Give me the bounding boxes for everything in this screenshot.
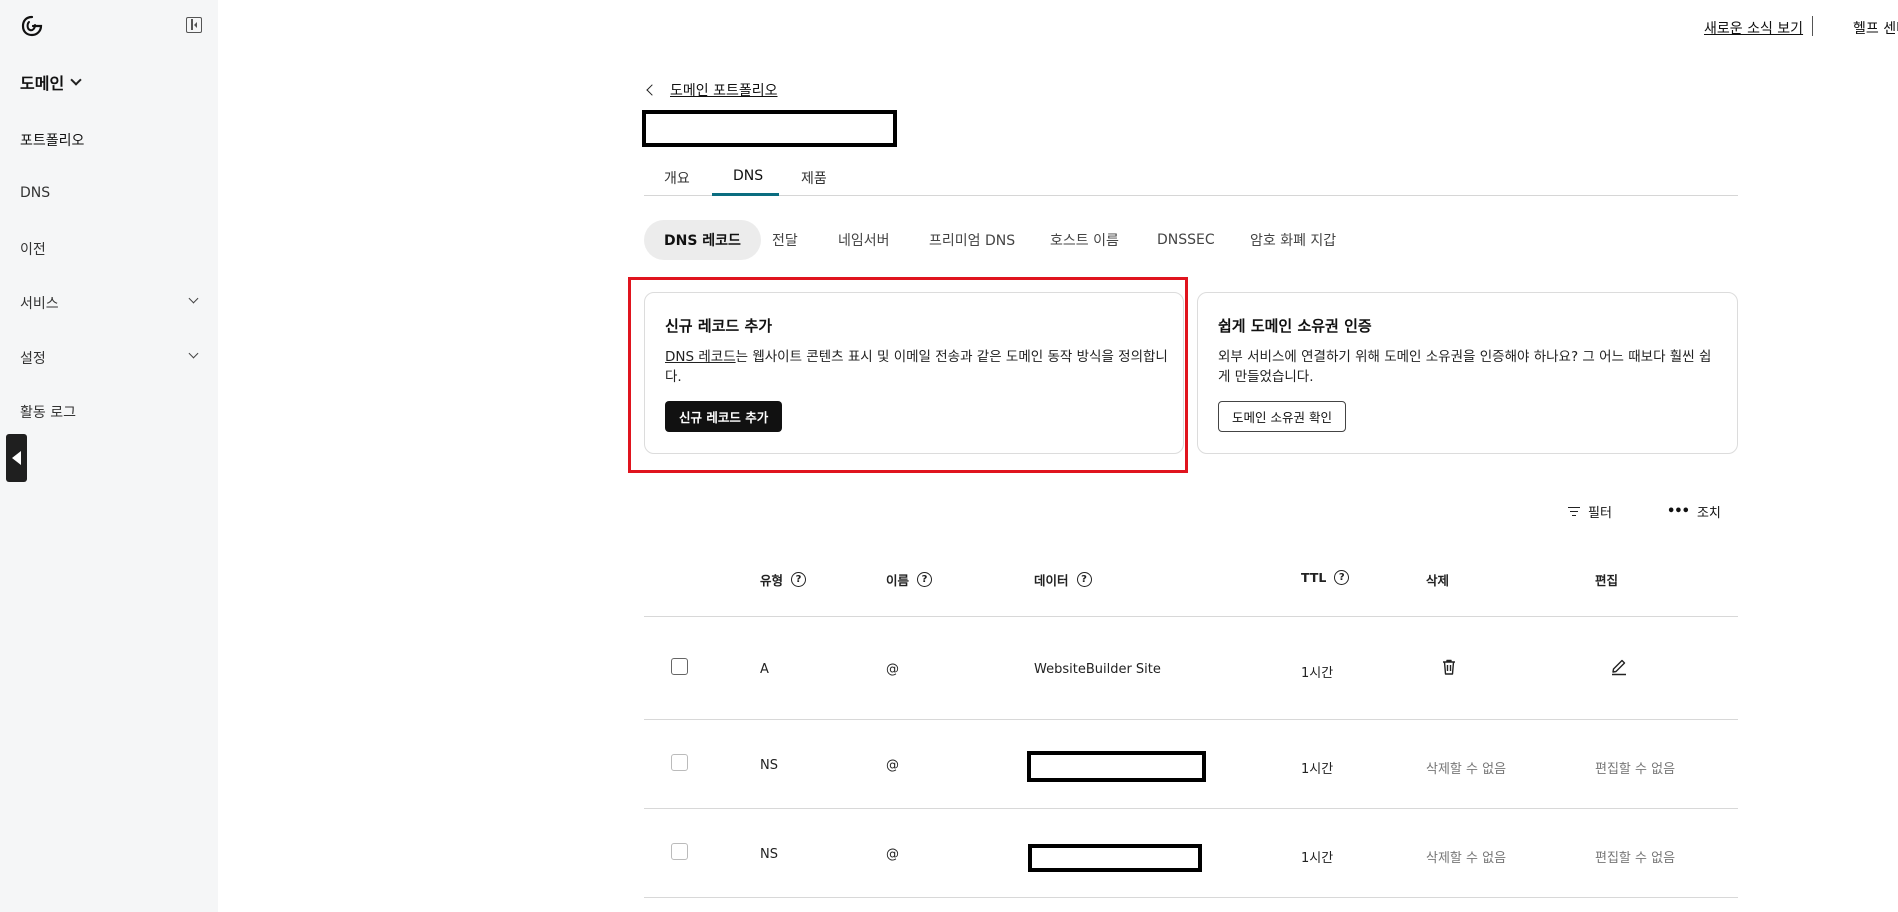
delete-unavailable: 삭제할 수 없음 [1426,762,1507,777]
sidebar: 도메인 포트폴리오 DNS 이전 서비스 설정 활동 로그 [0,0,218,912]
column-header-delete: 삭제 [1426,573,1450,588]
subtab-premium-dns[interactable]: 프리미엄 DNS [929,220,1015,260]
filter-button[interactable]: 필터 [1568,502,1612,521]
record-type: NS [760,758,778,773]
record-type: NS [760,847,778,862]
services-chevron-down-icon[interactable] [188,293,199,304]
tab-overview[interactable]: 개요 [664,168,690,188]
sidebar-item-dns[interactable]: DNS [20,185,50,201]
godaddy-logo-icon[interactable] [20,14,44,38]
subtab-dns-records[interactable]: DNS 레코드 [644,220,761,260]
record-type: A [760,662,769,677]
record-data-redacted [1028,844,1202,872]
help-circle-icon[interactable]: ? [1334,570,1350,585]
actions-button[interactable]: ••• 조치 [1667,502,1721,521]
record-data-redacted [1027,751,1206,782]
subtab-hostnames[interactable]: 호스트 이름 [1050,220,1119,260]
actions-label: 조치 [1696,506,1721,521]
tab-products[interactable]: 제품 [801,168,827,188]
column-header-edit: 편집 [1595,573,1619,588]
record-name: @ [886,662,899,677]
verify-card-title: 쉽게 도메인 소유권 인증 [1218,317,1372,335]
column-header-data: 데이터 ? [1034,570,1092,589]
whats-new-link[interactable]: 새로운 소식 보기 [1704,18,1803,38]
subtab-nameservers[interactable]: 네임서버 [838,220,890,260]
column-type-label: 유형 [760,573,784,588]
verify-desc-line2: 게 만들었습니다. [1218,369,1314,385]
sidebar-item-transfer[interactable]: 이전 [20,239,46,259]
column-data-label: 데이터 [1034,573,1069,588]
verify-card-description: 외부 서비스에 연결하기 위해 도메인 소유권을 인증해야 하나요? 그 어느 … [1218,347,1711,387]
header-divider [1812,16,1813,36]
column-name-label: 이름 [886,573,910,588]
record-ttl: 1시간 [1301,762,1334,777]
domain-dropdown[interactable]: 도메인 [20,70,82,94]
sidebar-item-portfolio[interactable]: 포트폴리오 [20,130,84,150]
chevron-left-icon [646,84,658,96]
verify-desc-line1: 외부 서비스에 연결하기 위해 도메인 소유권을 인증해야 하나요? 그 어느 … [1218,349,1712,365]
column-ttl-label: TTL [1301,570,1327,585]
delete-unavailable: 삭제할 수 없음 [1426,851,1507,866]
help-circle-icon[interactable]: ? [1076,572,1092,587]
more-horizontal-icon: ••• [1667,504,1690,519]
record-ttl: 1시간 [1301,666,1334,681]
help-circle-icon[interactable]: ? [791,572,807,587]
help-center-link[interactable]: 헬프 센터 [1853,18,1898,38]
verify-ownership-card: 쉽게 도메인 소유권 인증 외부 서비스에 연결하기 위해 도메인 소유권을 인… [1197,292,1738,454]
collapse-sidebar-icon[interactable] [186,17,202,33]
column-header-name: 이름 ? [886,570,933,589]
back-to-portfolio-link[interactable]: 도메인 포트폴리오 [670,80,778,100]
active-tab-indicator [712,193,779,196]
filter-icon [1568,506,1580,517]
subtab-forwarding[interactable]: 전달 [772,220,798,260]
subtab-crypto-wallet[interactable]: 암호 화폐 지갑 [1250,220,1336,260]
table-divider [644,719,1738,720]
chevron-down-icon [70,74,82,86]
row-checkbox[interactable] [671,754,688,771]
column-header-ttl: TTL ? [1301,570,1350,585]
table-divider [644,897,1738,898]
trash-icon[interactable] [1440,658,1458,676]
column-header-type: 유형 ? [760,570,807,589]
verify-ownership-button[interactable]: 도메인 소유권 확인 [1218,401,1346,432]
domain-tabs: 개요 DNS 제품 [644,164,1738,196]
row-checkbox[interactable] [671,843,688,860]
edit-unavailable: 편집할 수 없음 [1595,851,1676,866]
domain-dropdown-label: 도메인 [20,74,65,93]
record-name: @ [886,758,899,773]
sidebar-item-activity-log[interactable]: 활동 로그 [20,402,76,422]
edit-unavailable: 편집할 수 없음 [1595,762,1676,777]
tab-dns[interactable]: DNS [733,168,763,184]
record-ttl: 1시간 [1301,851,1334,866]
side-panel-toggle-icon[interactable] [6,434,27,482]
breadcrumb[interactable]: 도메인 포트폴리오 [646,80,778,100]
domain-title-redacted [642,110,897,147]
subtab-dnssec[interactable]: DNSSEC [1157,220,1215,260]
record-data: WebsiteBuilder Site [1034,662,1161,677]
settings-chevron-down-icon[interactable] [188,348,199,359]
table-divider [644,616,1738,617]
sidebar-item-services[interactable]: 서비스 [20,293,59,313]
sidebar-item-settings[interactable]: 설정 [20,348,46,368]
help-circle-icon[interactable]: ? [917,572,933,587]
pencil-edit-icon[interactable] [1610,658,1628,676]
table-divider [644,808,1738,809]
row-checkbox[interactable] [671,658,688,675]
highlight-box [628,277,1188,473]
filter-label: 필터 [1588,506,1612,521]
record-name: @ [886,847,899,862]
